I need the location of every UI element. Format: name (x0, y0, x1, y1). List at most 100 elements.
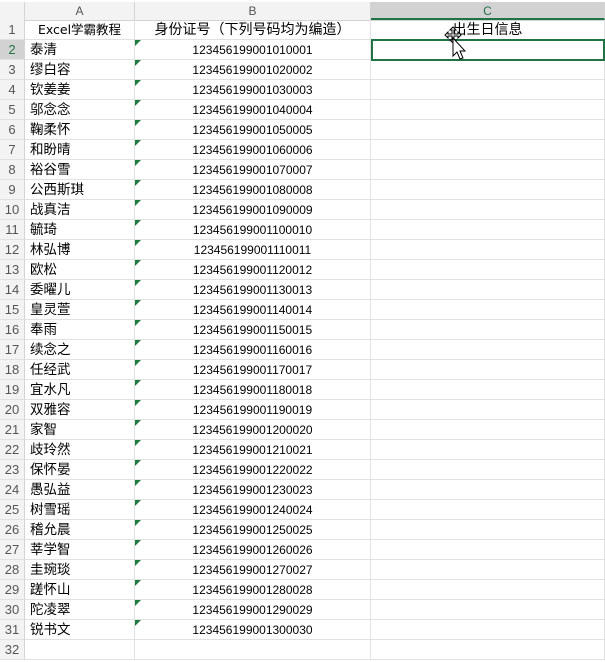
row-header[interactable]: 6 (0, 120, 25, 140)
empty-cell[interactable] (371, 520, 605, 540)
id-number-cell[interactable]: 123456199001210021 (135, 440, 371, 460)
name-cell[interactable]: 宜水凡 (25, 380, 135, 400)
name-cell[interactable]: 稽允晨 (25, 520, 135, 540)
row-header[interactable]: 14 (0, 280, 25, 300)
row-header[interactable]: 17 (0, 340, 25, 360)
name-cell[interactable]: 林弘博 (25, 240, 135, 260)
row-header[interactable]: 24 (0, 480, 25, 500)
empty-cell[interactable] (371, 580, 605, 600)
id-number-cell[interactable]: 123456199001070007 (135, 160, 371, 180)
name-cell[interactable]: 战真洁 (25, 200, 135, 220)
empty-cell[interactable] (371, 480, 605, 500)
id-number-cell[interactable]: 123456199001120012 (135, 260, 371, 280)
empty-cell[interactable] (371, 540, 605, 560)
name-cell[interactable]: 毓琦 (25, 220, 135, 240)
id-number-cell[interactable]: 123456199001040004 (135, 100, 371, 120)
name-cell[interactable]: 歧玲然 (25, 440, 135, 460)
id-number-cell[interactable]: 123456199001170017 (135, 360, 371, 380)
row-header[interactable]: 23 (0, 460, 25, 480)
empty-cell[interactable] (371, 460, 605, 480)
row-header[interactable]: 18 (0, 360, 25, 380)
name-cell[interactable]: 泰清 (25, 40, 135, 60)
empty-cell[interactable] (371, 280, 605, 300)
row-header[interactable]: 19 (0, 380, 25, 400)
name-cell[interactable]: 圭琬琰 (25, 560, 135, 580)
row-header[interactable]: 10 (0, 200, 25, 220)
row-header[interactable]: 11 (0, 220, 25, 240)
id-number-cell[interactable]: 123456199001160016 (135, 340, 371, 360)
cell-b1[interactable]: 身份证号（下列号码均为编造） (135, 20, 371, 40)
row-header[interactable]: 16 (0, 320, 25, 340)
empty-cell[interactable] (371, 640, 605, 660)
id-number-cell[interactable]: 123456199001220022 (135, 460, 371, 480)
empty-cell[interactable] (371, 560, 605, 580)
id-number-cell[interactable]: 123456199001030003 (135, 80, 371, 100)
empty-cell[interactable] (371, 500, 605, 520)
row-header[interactable]: 15 (0, 300, 25, 320)
name-cell[interactable]: 缪白容 (25, 60, 135, 80)
id-number-cell[interactable]: 123456199001240024 (135, 500, 371, 520)
row-header[interactable]: 9 (0, 180, 25, 200)
name-cell[interactable]: 树雪瑶 (25, 500, 135, 520)
id-number-cell[interactable]: 123456199001090009 (135, 200, 371, 220)
empty-cell[interactable] (135, 640, 371, 660)
name-cell[interactable]: 邬念念 (25, 100, 135, 120)
name-cell[interactable]: 蹉怀山 (25, 580, 135, 600)
column-header-a[interactable]: A (25, 2, 135, 20)
id-number-cell[interactable]: 123456199001080008 (135, 180, 371, 200)
empty-cell[interactable] (371, 200, 605, 220)
name-cell[interactable]: 鞠柔怀 (25, 120, 135, 140)
row-header[interactable]: 28 (0, 560, 25, 580)
name-cell[interactable]: 莘学智 (25, 540, 135, 560)
name-cell[interactable]: 委曜儿 (25, 280, 135, 300)
name-cell[interactable]: 保怀晏 (25, 460, 135, 480)
row-header[interactable]: 12 (0, 240, 25, 260)
empty-cell[interactable] (371, 220, 605, 240)
empty-cell[interactable] (371, 160, 605, 180)
name-cell[interactable]: 锐书文 (25, 620, 135, 640)
id-number-cell[interactable]: 123456199001150015 (135, 320, 371, 340)
id-number-cell[interactable]: 123456199001190019 (135, 400, 371, 420)
empty-cell[interactable] (371, 420, 605, 440)
id-number-cell[interactable]: 123456199001060006 (135, 140, 371, 160)
id-number-cell[interactable]: 123456199001110011 (135, 240, 371, 260)
empty-cell[interactable] (371, 340, 605, 360)
empty-cell[interactable] (371, 260, 605, 280)
row-header[interactable]: 30 (0, 600, 25, 620)
row-header[interactable]: 29 (0, 580, 25, 600)
id-number-cell[interactable]: 123456199001250025 (135, 520, 371, 540)
name-cell[interactable]: 钦姜姜 (25, 80, 135, 100)
empty-cell[interactable] (371, 600, 605, 620)
select-all-corner[interactable] (0, 2, 25, 20)
empty-cell[interactable] (371, 380, 605, 400)
row-header[interactable]: 22 (0, 440, 25, 460)
row-header[interactable]: 13 (0, 260, 25, 280)
row-header[interactable]: 1 (0, 20, 25, 40)
row-header[interactable]: 8 (0, 160, 25, 180)
name-cell[interactable]: 任经武 (25, 360, 135, 380)
empty-cell[interactable] (371, 140, 605, 160)
id-number-cell[interactable]: 123456199001050005 (135, 120, 371, 140)
empty-cell[interactable] (25, 640, 135, 660)
empty-cell[interactable] (371, 120, 605, 140)
cell-c1[interactable]: 出生日信息 (371, 20, 605, 40)
name-cell[interactable]: 续念之 (25, 340, 135, 360)
empty-cell[interactable] (371, 320, 605, 340)
empty-cell[interactable] (371, 300, 605, 320)
id-number-cell[interactable]: 123456199001140014 (135, 300, 371, 320)
row-header[interactable]: 25 (0, 500, 25, 520)
row-header[interactable]: 4 (0, 80, 25, 100)
row-header[interactable]: 2 (0, 40, 25, 60)
empty-cell[interactable] (371, 440, 605, 460)
name-cell[interactable]: 和盼晴 (25, 140, 135, 160)
name-cell[interactable]: 愚弘益 (25, 480, 135, 500)
row-header[interactable]: 21 (0, 420, 25, 440)
name-cell[interactable]: 皇灵萱 (25, 300, 135, 320)
name-cell[interactable]: 奉雨 (25, 320, 135, 340)
column-header-c[interactable]: C (371, 2, 605, 20)
row-header[interactable]: 20 (0, 400, 25, 420)
id-number-cell[interactable]: 123456199001300030 (135, 620, 371, 640)
row-header[interactable]: 26 (0, 520, 25, 540)
row-header[interactable]: 5 (0, 100, 25, 120)
name-cell[interactable]: 家智 (25, 420, 135, 440)
